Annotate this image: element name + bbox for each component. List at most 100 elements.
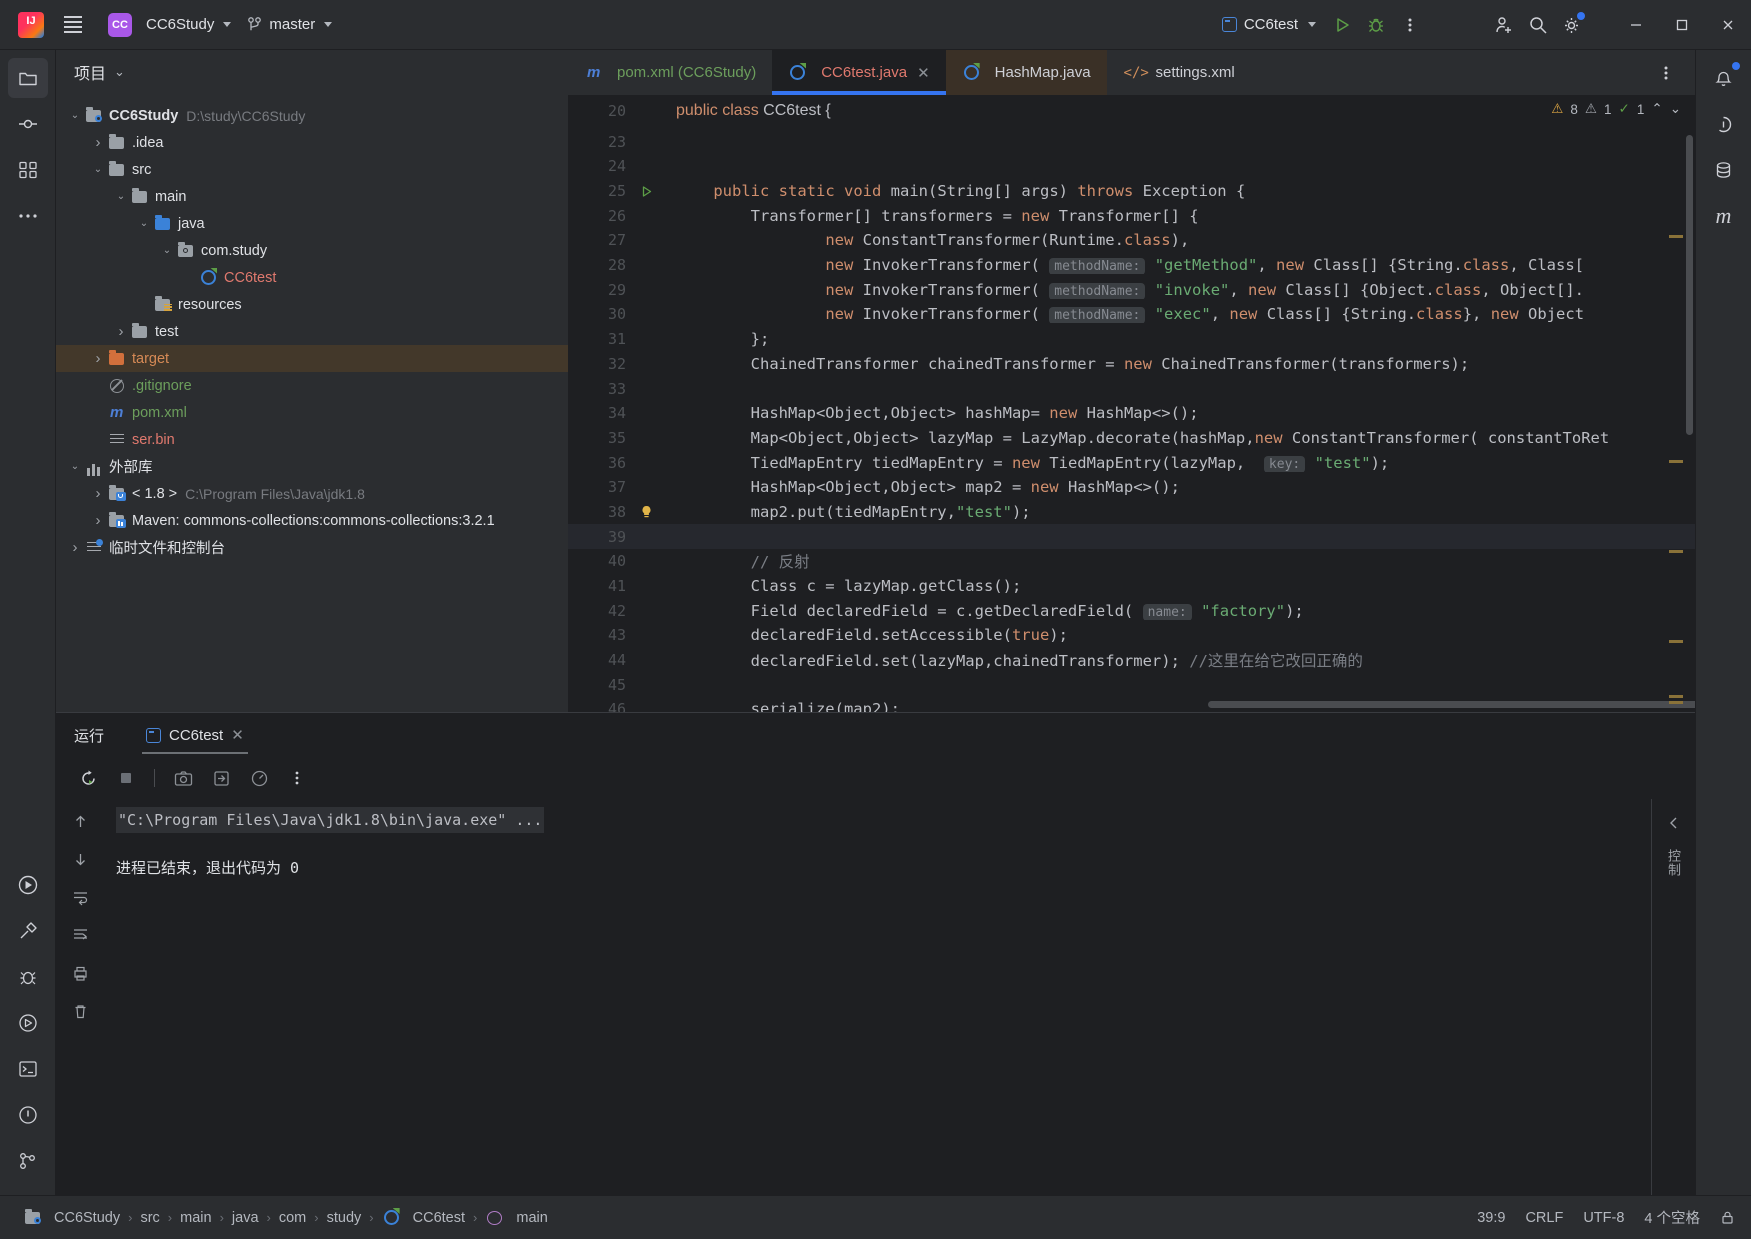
- project-tree[interactable]: ⌄ CC6Study D:\study\CC6Study › .idea ⌄ src ⌄ mai…: [56, 94, 568, 712]
- breadcrumb-item-main[interactable]: main: [173, 1208, 218, 1228]
- breadcrumb-item-com[interactable]: com: [272, 1208, 313, 1228]
- chevron-right-icon[interactable]: ›: [112, 323, 130, 340]
- line-separator[interactable]: CRLF: [1525, 1210, 1563, 1226]
- sidebar-item-debug[interactable]: [8, 957, 48, 997]
- tree-node-cc6test[interactable]: · CC6test: [56, 264, 568, 291]
- editor-tab-options[interactable]: [1649, 50, 1695, 95]
- breadcrumb-item-cc6study[interactable]: CC6Study: [16, 1207, 127, 1228]
- editor-tab-hashmap[interactable]: HashMap.java: [945, 50, 1107, 96]
- code-line[interactable]: 34 HashMap<Object,Object> hashMap= new H…: [568, 401, 1695, 426]
- code-line[interactable]: 23: [568, 129, 1695, 154]
- search-icon[interactable]: [1521, 8, 1555, 42]
- chevron-right-icon[interactable]: ›: [89, 512, 107, 529]
- breadcrumb-item-java[interactable]: java: [225, 1208, 266, 1228]
- indent-setting[interactable]: 4 个空格: [1644, 1207, 1700, 1228]
- code-line[interactable]: 42 Field declaredField = c.getDeclaredFi…: [568, 598, 1695, 623]
- chevron-down-icon[interactable]: ⌄: [114, 64, 125, 80]
- breadcrumb-item-cc6test[interactable]: CC6test: [375, 1207, 472, 1228]
- code-line[interactable]: 36 TiedMapEntry tiedMapEntry = new TiedM…: [568, 450, 1695, 475]
- sidebar-item-terminal[interactable]: [8, 1049, 48, 1089]
- sidebar-item-run[interactable]: [8, 865, 48, 905]
- code-line[interactable]: 35 Map<Object,Object> lazyMap = LazyMap.…: [568, 426, 1695, 451]
- caret-position[interactable]: 39:9: [1477, 1210, 1505, 1226]
- tree-node-cc6study[interactable]: ⌄ CC6Study D:\study\CC6Study: [56, 102, 568, 129]
- tree-node-src[interactable]: ⌄ src: [56, 156, 568, 183]
- code-line[interactable]: 43 declaredField.setAccessible(true);: [568, 623, 1695, 648]
- editor-tab-settings[interactable]: </> settings.xml: [1107, 50, 1251, 95]
- lock-icon[interactable]: [1720, 1210, 1735, 1225]
- breadcrumb-item-study[interactable]: study: [320, 1208, 369, 1228]
- ai-assistant-button[interactable]: [1704, 104, 1744, 144]
- maximize-window-button[interactable]: [1659, 0, 1705, 50]
- close-window-button[interactable]: [1705, 0, 1751, 50]
- code-line[interactable]: 45: [568, 672, 1695, 697]
- debug-button[interactable]: [1359, 8, 1393, 42]
- code-lines[interactable]: 23 24 25 public static void main(String[] …: [568, 95, 1695, 712]
- file-encoding[interactable]: UTF-8: [1583, 1210, 1624, 1226]
- breadcrumb[interactable]: CC6Study › src › main › java › com › study › CC6test…: [16, 1207, 555, 1228]
- notifications-button[interactable]: [1704, 58, 1744, 98]
- hamburger-menu-icon[interactable]: [56, 8, 90, 42]
- tree-node-pom.xml[interactable]: ·m pom.xml: [56, 399, 568, 426]
- inspection-widget[interactable]: ⚠ 8 ⚠ 1 ✓ 1 ⌃ ⌄: [1551, 101, 1681, 117]
- sidebar-item-project[interactable]: [7, 58, 48, 98]
- close-tab-icon[interactable]: ✕: [917, 64, 930, 82]
- tree-node-target[interactable]: › target: [56, 345, 568, 372]
- scroll-down-button[interactable]: [66, 845, 94, 873]
- breadcrumb-item-main[interactable]: main: [478, 1207, 554, 1228]
- tree-node--[interactable]: ⌄ 外部库: [56, 453, 568, 480]
- database-button[interactable]: [1704, 150, 1744, 190]
- tree-node-.idea[interactable]: › .idea: [56, 129, 568, 156]
- chevron-down-icon[interactable]: ⌄: [1670, 101, 1681, 117]
- stop-button[interactable]: [112, 764, 140, 792]
- code-line[interactable]: 27 new ConstantTransformer(Runtime.class…: [568, 228, 1695, 253]
- tree-node-.gitignore[interactable]: · .gitignore: [56, 372, 568, 399]
- export-button[interactable]: [207, 764, 235, 792]
- project-selector[interactable]: CC CC6Study: [100, 10, 239, 40]
- chevron-right-icon[interactable]: ›: [89, 134, 107, 151]
- gear-icon[interactable]: [1555, 8, 1589, 42]
- tree-node--[interactable]: › 临时文件和控制台: [56, 534, 568, 561]
- chevron-down-icon[interactable]: ⌄: [112, 191, 130, 202]
- code-line[interactable]: 37 HashMap<Object,Object> map2 = new Has…: [568, 475, 1695, 500]
- editor-horizontal-scrollbar[interactable]: [1208, 701, 1695, 708]
- rerun-button[interactable]: [74, 764, 102, 792]
- code-line[interactable]: 28 new InvokerTransformer( methodName: "…: [568, 253, 1695, 278]
- sidebar-item-more[interactable]: [8, 196, 48, 236]
- console-output[interactable]: "C:\Program Files\Java\jdk1.8\bin\java.e…: [104, 799, 1651, 1195]
- code-line[interactable]: 33: [568, 376, 1695, 401]
- tree-node-java[interactable]: ⌄ java: [56, 210, 568, 237]
- tree-node-maven-commons-collections-commons-collections-3.2.1[interactable]: › Maven: commons-collections:commons-coll…: [56, 507, 568, 534]
- chevron-down-icon[interactable]: ⌄: [66, 461, 84, 472]
- code-line[interactable]: 41 Class c = lazyMap.getClass();: [568, 574, 1695, 599]
- sidebar-item-problems[interactable]: [8, 1095, 48, 1135]
- more-vertical-icon[interactable]: [283, 764, 311, 792]
- close-icon[interactable]: ✕: [231, 726, 244, 744]
- editor-tab-pom[interactable]: m pom.xml (CC6Study): [568, 50, 772, 95]
- code-line[interactable]: 38 map2.put(tiedMapEntry,"test");: [568, 500, 1695, 525]
- chevron-right-icon[interactable]: ›: [89, 485, 107, 502]
- sidebar-item-version-control[interactable]: [8, 1141, 48, 1181]
- breadcrumb-item-src[interactable]: src: [133, 1208, 166, 1228]
- print-button[interactable]: [66, 959, 94, 987]
- chevron-down-icon[interactable]: ⌄: [158, 245, 176, 256]
- code-line[interactable]: 25 public static void main(String[] args…: [568, 179, 1695, 204]
- more-vertical-icon[interactable]: [1649, 56, 1683, 90]
- tree-node-main[interactable]: ⌄ main: [56, 183, 568, 210]
- project-panel-header[interactable]: 项目 ⌄: [56, 50, 568, 94]
- scroll-up-button[interactable]: [66, 807, 94, 835]
- chevron-left-icon[interactable]: [1660, 809, 1688, 837]
- tree-node-resources[interactable]: · resources: [56, 291, 568, 318]
- code-line[interactable]: 24: [568, 154, 1695, 179]
- screenshot-button[interactable]: [169, 764, 197, 792]
- code-line[interactable]: 44 declaredField.set(lazyMap,chainedTran…: [568, 648, 1695, 673]
- chevron-up-icon[interactable]: ⌃: [1651, 101, 1662, 117]
- editor-tab-cc6test[interactable]: CC6test.java ✕: [772, 50, 946, 96]
- run-gutter-icon[interactable]: [640, 185, 670, 198]
- branch-selector[interactable]: master: [239, 10, 340, 40]
- run-configuration-selector[interactable]: CC6test: [1213, 10, 1325, 40]
- sidebar-item-structure[interactable]: [8, 150, 48, 190]
- profiler-button[interactable]: [245, 764, 273, 792]
- editor-vertical-scrollbar[interactable]: [1686, 135, 1693, 436]
- code-line[interactable]: 39: [568, 524, 1695, 549]
